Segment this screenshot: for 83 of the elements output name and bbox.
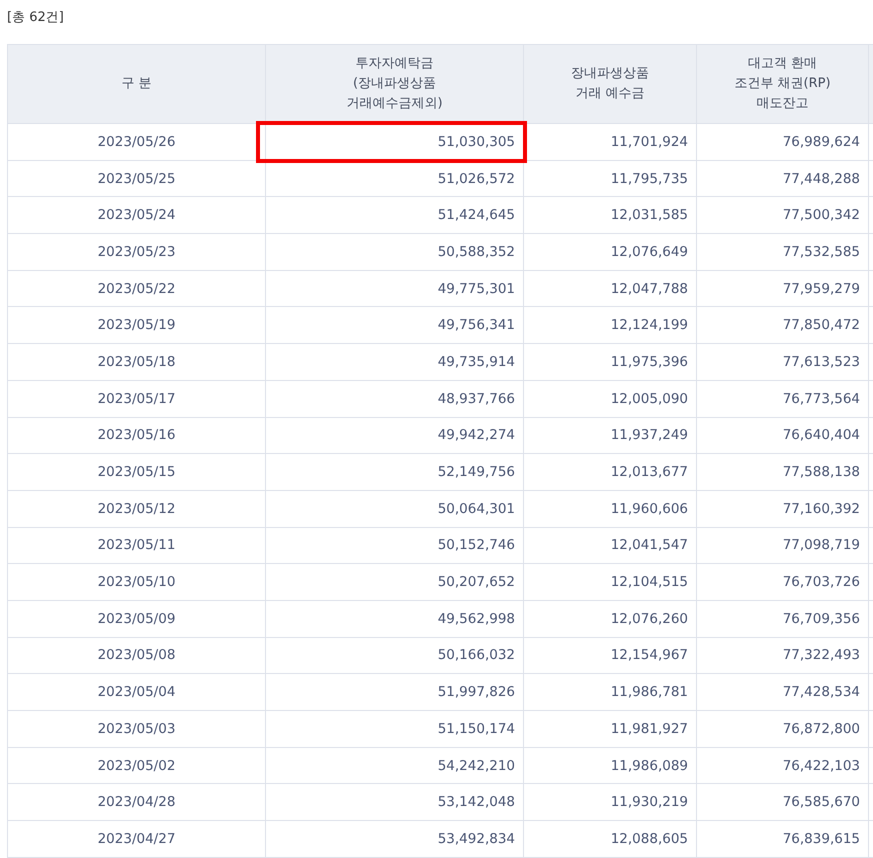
column-header: 장내파생상품 거래 예수금 [524, 44, 696, 124]
table-cell: 54,242,210 [266, 747, 524, 784]
table-cell: 76,422,103 [696, 747, 868, 784]
table-cell: 2023/04/28 [8, 784, 266, 821]
table-cell: 51,997,826 [266, 674, 524, 710]
table-cell: 12,013,677 [524, 454, 696, 490]
table-cell: 12,154,967 [524, 637, 696, 674]
table-cell: 48,937,766 [266, 380, 524, 417]
table-cell: 2023/05/22 [8, 270, 266, 307]
column-header: 투자자예탁금 (장내파생상품 거래예수금제외) [266, 44, 524, 124]
table-cell: 50,588,352 [266, 234, 524, 270]
table-cell: 76,703,726 [696, 564, 868, 600]
table-cell: 76,839,615 [696, 820, 868, 858]
table-cell: 49,942,274 [266, 417, 524, 454]
table-cell: 50,152,746 [266, 527, 524, 564]
table-cell: 2023/05/26 [8, 124, 266, 160]
table-cell: 76,989,624 [696, 124, 868, 160]
table-cell: 2023/05/02 [8, 747, 266, 784]
table-cell: 77,322,493 [696, 637, 868, 674]
table-cell: 2023/04/27 [8, 820, 266, 858]
table-cell: 2023/05/15 [8, 454, 266, 490]
table-cell: 2023/05/03 [8, 710, 266, 748]
table-cell: 2023/05/09 [8, 600, 266, 638]
table-cell: 77,428,534 [696, 674, 868, 710]
table-cell: 12,088,605 [524, 820, 696, 858]
table-cell: 2023/05/24 [8, 196, 266, 234]
table-cell: 2023/05/04 [8, 674, 266, 710]
table-cell: 12,041,547 [524, 527, 696, 564]
table-cell: 50,064,301 [266, 490, 524, 528]
table-cell: 49,562,998 [266, 600, 524, 638]
table-cell: 76,773,564 [696, 380, 868, 417]
column-header: 구 분 [8, 44, 266, 124]
table-cell: 11,986,781 [524, 674, 696, 710]
table-cell: 12,005,090 [524, 380, 696, 417]
table-cell: 52,149,756 [266, 454, 524, 490]
table-cell: 2023/05/10 [8, 564, 266, 600]
table-cell: 2023/05/11 [8, 527, 266, 564]
table-cell: 76,872,800 [696, 710, 868, 748]
table-cell: 77,850,472 [696, 306, 868, 344]
table-cell: 49,735,914 [266, 344, 524, 380]
table-cell: 11,930,219 [524, 784, 696, 821]
table-cell: 77,448,288 [696, 160, 868, 197]
table-cell: 2023/05/25 [8, 160, 266, 197]
table-cell: 51,150,174 [266, 710, 524, 748]
table-cell: 12,124,199 [524, 306, 696, 344]
table-cell: 12,104,515 [524, 564, 696, 600]
table-cell: 2023/05/23 [8, 234, 266, 270]
table-cell: 2023/05/08 [8, 637, 266, 674]
table-cell: 12,031,585 [524, 196, 696, 234]
column-header: 대고객 환매 조건부 채권(RP) 매도잔고 [696, 44, 868, 124]
table-cell: 76,709,356 [696, 600, 868, 638]
table-cell: 2023/05/16 [8, 417, 266, 454]
table-cell: 11,975,396 [524, 344, 696, 380]
table-cell: 77,500,342 [696, 196, 868, 234]
total-count: [총 62건] [7, 9, 65, 27]
table-cell: 49,756,341 [266, 306, 524, 344]
table-cell: 77,959,279 [696, 270, 868, 307]
table-cell: 76,585,670 [696, 784, 868, 821]
table-cell: 11,795,735 [524, 160, 696, 197]
table-cell: 51,026,572 [266, 160, 524, 197]
table-cell: 12,047,788 [524, 270, 696, 307]
table-cell: 51,424,645 [266, 196, 524, 234]
table-cell: 12,076,260 [524, 600, 696, 638]
table-cell: 12,076,649 [524, 234, 696, 270]
table-cell: 50,166,032 [266, 637, 524, 674]
table-cell: 77,532,585 [696, 234, 868, 270]
table-cell: 53,492,834 [266, 820, 524, 858]
table-cell: 2023/05/12 [8, 490, 266, 528]
table-cell: 50,207,652 [266, 564, 524, 600]
table-cell: 77,613,523 [696, 344, 868, 380]
table-cell: 2023/05/17 [8, 380, 266, 417]
table-cell: 2023/05/19 [8, 306, 266, 344]
table-cell: 11,937,249 [524, 417, 696, 454]
table-cell: 53,142,048 [266, 784, 524, 821]
table-cell: 76,640,404 [696, 417, 868, 454]
table-cell: 11,986,089 [524, 747, 696, 784]
table-cell: 11,981,927 [524, 710, 696, 748]
table-cell: 49,775,301 [266, 270, 524, 307]
table-cell: 2023/05/18 [8, 344, 266, 380]
table-cell: 77,588,138 [696, 454, 868, 490]
table-cell: 77,098,719 [696, 527, 868, 564]
table-cell: 77,160,392 [696, 490, 868, 528]
table-cell: 11,960,606 [524, 490, 696, 528]
